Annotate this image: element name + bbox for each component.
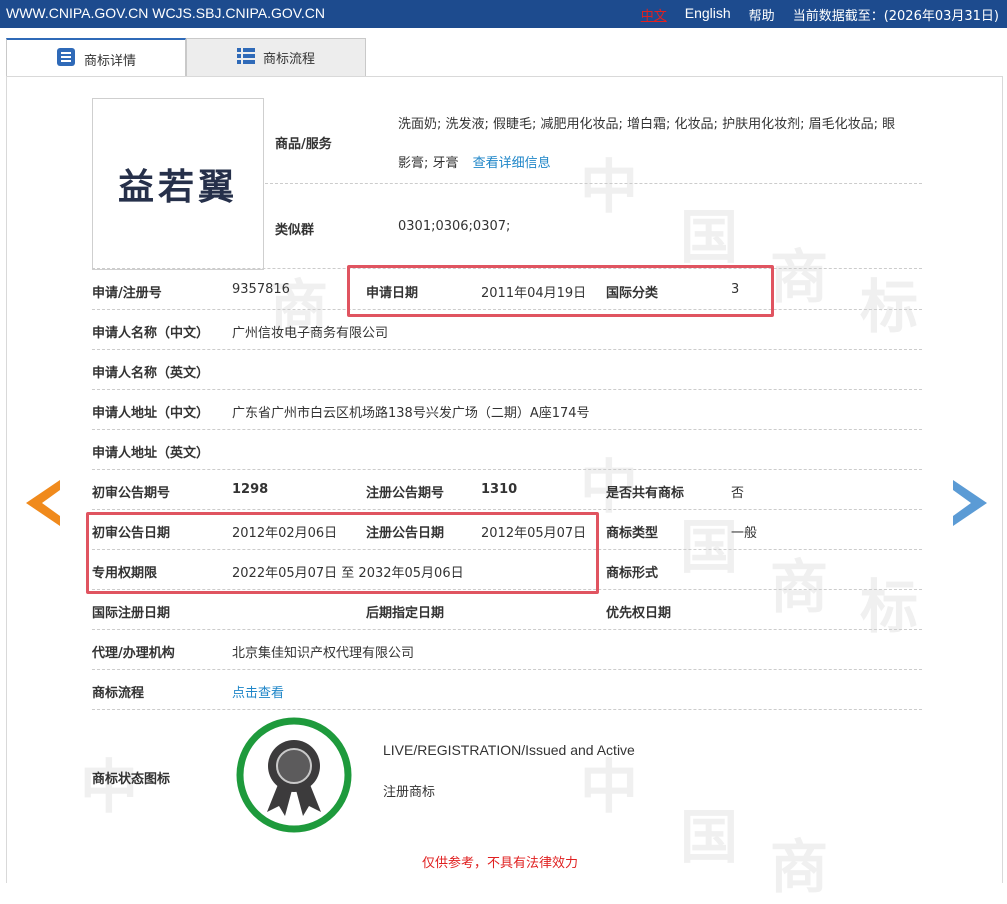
similar-group-label: 类似群 xyxy=(275,223,315,238)
divider xyxy=(92,389,922,390)
divider xyxy=(92,349,922,350)
tab-detail-label: 商标详情 xyxy=(83,53,136,69)
site-url: WWW.CNIPA.GOV.CN WCJS.SBJ.CNIPA.GOV.CN xyxy=(6,5,325,21)
similar-group-value: 0301;0306;0307; xyxy=(398,219,511,234)
language-english-link[interactable]: English xyxy=(685,5,731,24)
status-icon-label: 商标状态图标 xyxy=(92,772,171,787)
address-cn-label: 申请人地址（中文） xyxy=(92,406,210,421)
intl-reg-date-label: 国际注册日期 xyxy=(92,606,171,621)
later-date-label: 后期指定日期 xyxy=(366,606,445,621)
view-details-link[interactable]: 查看详细信息 xyxy=(473,156,551,171)
process-label: 商标流程 xyxy=(92,686,145,701)
reg-ann-no-label: 注册公告期号 xyxy=(366,486,445,501)
goods-label: 商品/服务 xyxy=(275,137,332,152)
top-bar: WWW.CNIPA.GOV.CN WCJS.SBJ.CNIPA.GOV.CN 中… xyxy=(0,0,1007,28)
help-link[interactable]: 帮助 xyxy=(749,5,775,24)
applicant-cn-label: 申请人名称（中文） xyxy=(92,326,210,341)
trademark-logo-text: 益若翼 xyxy=(117,166,238,208)
divider xyxy=(265,183,922,184)
divider xyxy=(92,469,922,470)
agent-label: 代理/办理机构 xyxy=(92,646,175,661)
goods-line-1: 洗面奶; 洗发液; 假睫毛; 减肥用化妆品; 增白霜; 化妆品; 护肤用化妆剂;… xyxy=(398,117,896,132)
tab-trademark-detail[interactable]: 商标详情 xyxy=(6,38,186,78)
reg-ann-no-value: 1310 xyxy=(481,482,518,497)
disclaimer: 仅供参考，不具有法律效力 xyxy=(422,856,579,871)
address-cn-value: 广东省广州市白云区机场路138号兴发广场（二期）A座174号 xyxy=(232,406,590,421)
divider xyxy=(92,629,922,630)
status-chinese: 注册商标 xyxy=(383,785,436,800)
divider xyxy=(92,709,922,710)
tm-type-value: 一般 xyxy=(731,526,758,541)
tm-type-label: 商标类型 xyxy=(606,526,659,541)
shared-label: 是否共有商标 xyxy=(606,486,685,501)
prev-arrow-icon[interactable] xyxy=(26,480,60,526)
next-arrow-icon[interactable] xyxy=(953,480,987,526)
tab-process-label: 商标流程 xyxy=(262,52,315,67)
reg-no-value: 9357816 xyxy=(232,282,290,297)
goods-line-2: 影膏; 牙膏 查看详细信息 xyxy=(398,152,551,171)
divider xyxy=(92,429,922,430)
language-chinese-link[interactable]: 中文 xyxy=(641,5,667,24)
highlight-box-app-date xyxy=(347,265,774,317)
divider xyxy=(92,509,922,510)
agent-value: 北京集佳知识产权代理有限公司 xyxy=(232,646,415,661)
tab-bar: 商标详情 商标流程 xyxy=(6,38,366,78)
tab-trademark-process[interactable]: 商标流程 xyxy=(186,38,366,76)
grid-list-icon xyxy=(236,47,255,68)
applicant-en-label: 申请人名称（英文） xyxy=(92,366,210,381)
divider xyxy=(92,669,922,670)
data-date-label: 当前数据截至：(2026年03月31日) xyxy=(792,9,999,24)
registered-ribbon-icon xyxy=(235,716,353,834)
goods-line-2-text: 影膏; 牙膏 xyxy=(398,156,459,171)
reg-no-label: 申请/注册号 xyxy=(92,286,162,301)
trademark-image: 益若翼 xyxy=(92,98,264,270)
prelim-no-label: 初审公告期号 xyxy=(92,486,171,501)
tm-form-label: 商标形式 xyxy=(606,566,659,581)
prelim-no-value: 1298 xyxy=(232,482,269,497)
priority-date-label: 优先权日期 xyxy=(606,606,672,621)
list-icon xyxy=(56,47,76,71)
process-link[interactable]: 点击查看 xyxy=(232,682,284,701)
highlight-box-dates xyxy=(86,512,599,594)
applicant-cn-value: 广州信妆电子商务有限公司 xyxy=(232,326,389,341)
shared-value: 否 xyxy=(731,486,745,501)
address-en-label: 申请人地址（英文） xyxy=(92,446,210,461)
status-english: LIVE/REGISTRATION/Issued and Active xyxy=(383,742,635,758)
